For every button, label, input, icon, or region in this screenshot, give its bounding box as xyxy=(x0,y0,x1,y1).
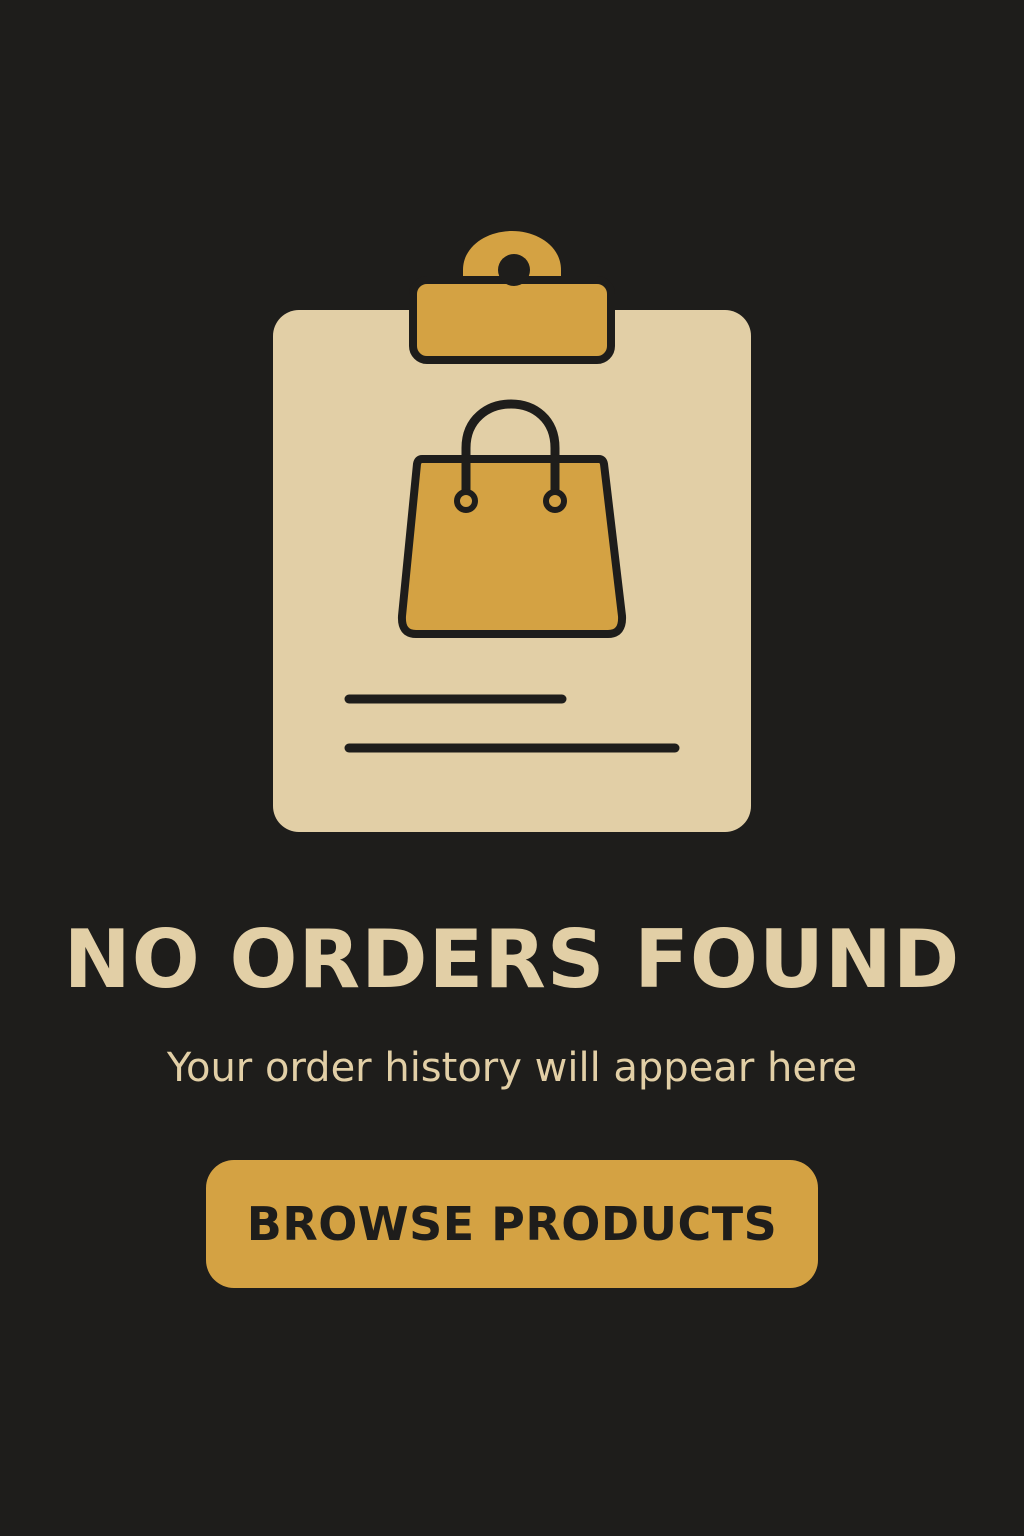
browse-products-button[interactable]: BROWSE PRODUCTS xyxy=(206,1160,818,1288)
bag-rivet-left xyxy=(454,489,478,513)
empty-state-title: NO ORDERS FOUND xyxy=(63,913,961,1006)
bag-body xyxy=(397,455,627,638)
browse-products-label: BROWSE PRODUCTS xyxy=(246,1197,778,1251)
clipboard-icon xyxy=(273,231,751,832)
bag-rivet-right xyxy=(543,489,567,513)
clipboard-clip-bar xyxy=(409,276,615,364)
clipboard-clip-hole xyxy=(498,254,530,286)
empty-orders-screen: NO ORDERS FOUND Your order history will … xyxy=(0,0,1024,1536)
empty-state-subtitle: Your order history will appear here xyxy=(166,1045,858,1091)
